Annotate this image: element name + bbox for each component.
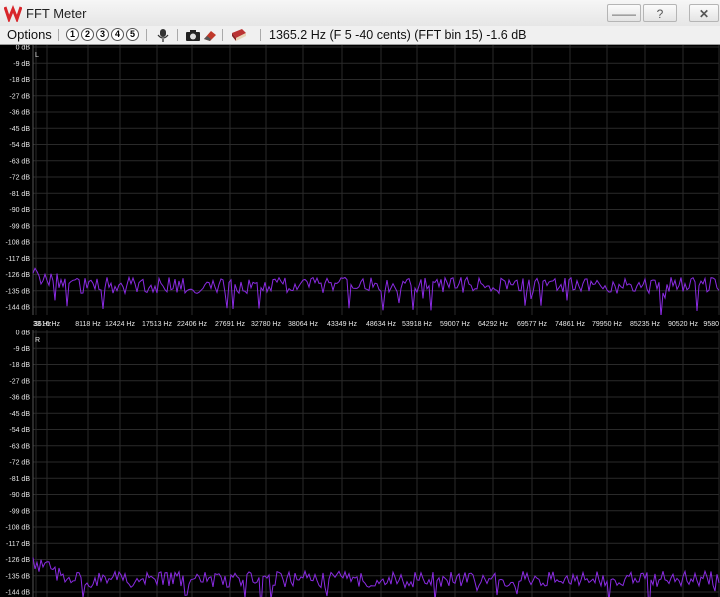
options-menu[interactable]: Options [7, 26, 52, 44]
preset-4-button[interactable]: 4 [111, 28, 124, 41]
spectrum-trace-l [32, 267, 720, 315]
channel-label: L [35, 52, 39, 59]
freq-tick-label: 38064 Hz [288, 321, 318, 328]
freq-tick-label: 79950 Hz [592, 321, 622, 328]
toolbar-separator [260, 29, 261, 41]
preset-2-button[interactable]: 2 [81, 28, 94, 41]
freq-tick-label: 3616 Hz [34, 321, 61, 328]
spectrum-trace-r [32, 557, 720, 597]
help-button[interactable]: ? [643, 4, 677, 22]
db-tick-label: -135 dB [5, 288, 30, 295]
close-button[interactable]: ✕ [689, 4, 719, 22]
db-tick-label: -117 dB [6, 541, 30, 548]
db-tick-label: -54 dB [9, 142, 30, 149]
db-tick-label: -126 dB [5, 272, 30, 279]
db-tick-label: -63 dB [9, 158, 30, 165]
db-tick-label: -90 dB [9, 207, 30, 214]
db-tick-label: -108 dB [5, 525, 30, 532]
book-icon[interactable] [231, 28, 247, 42]
db-tick-label: -45 dB [9, 126, 30, 133]
left-spectrum-plot: 0 dB -9 dB -18 dB -27 dB -36 dB -45 dB -54 dB -… [5, 45, 720, 315]
freq-tick-label: 9580 [703, 321, 719, 328]
frequency-tick-labels: 33 Hz3616 Hz 8118 Hz 12424 Hz 17513 Hz 22406… [33, 321, 719, 328]
db-tick-label: -63 dB [9, 443, 30, 450]
db-tick-label: -36 dB [9, 110, 30, 117]
toolbar-separator [146, 29, 147, 41]
freq-tick-label: 12424 Hz [105, 321, 135, 328]
freq-tick-label: 48634 Hz [366, 321, 396, 328]
preset-1-button[interactable]: 1 [66, 28, 79, 41]
db-tick-label: -135 dB [5, 573, 30, 580]
db-tick-label: -108 dB [5, 240, 30, 247]
db-tick-label: -72 dB [9, 460, 30, 467]
db-tick-label: -27 dB [9, 378, 30, 385]
toolbar: Options 1 2 3 4 5 1365.2 Hz (F 5 -40 cen… [0, 26, 720, 45]
channel-label: R [35, 337, 40, 344]
toolbar-separator [177, 29, 178, 41]
db-tick-label: -9 dB [13, 61, 30, 68]
right-channel-spectrum: 0 dB -9 dB -18 dB -27 dB -36 dB -45 dB -54 dB -… [0, 330, 720, 597]
db-tick-label: 0 dB [16, 45, 31, 52]
freq-tick-label: 53918 Hz [402, 321, 432, 328]
db-tick-label: -18 dB [9, 77, 30, 84]
db-tick-label: -72 dB [9, 175, 30, 182]
freq-tick-label: 64292 Hz [478, 321, 508, 328]
db-tick-label: -54 dB [9, 427, 30, 434]
mic-icon[interactable] [155, 28, 171, 42]
left-channel-spectrum: 0 dB -9 dB -18 dB -27 dB -36 dB -45 dB -54 dB -… [0, 45, 720, 315]
freq-tick-label: 32780 Hz [251, 321, 281, 328]
title-bar: FFT Meter —— ? ✕ [0, 0, 720, 27]
db-tick-label: -27 dB [9, 93, 30, 100]
db-tick-label: -45 dB [9, 411, 30, 418]
eraser-icon[interactable] [202, 28, 218, 42]
freq-tick-label: 17513 Hz [142, 321, 172, 328]
db-tick-label: -36 dB [9, 395, 30, 402]
freq-tick-label: 90520 Hz [668, 321, 698, 328]
db-tick-label: -18 dB [9, 362, 30, 369]
db-tick-label: -90 dB [9, 492, 30, 499]
preset-3-button[interactable]: 3 [96, 28, 109, 41]
db-tick-label: -99 dB [9, 508, 30, 515]
status-readout: 1365.2 Hz (F 5 -40 cents) (FFT bin 15) -… [269, 28, 527, 42]
db-tick-label: -117 dB [6, 256, 30, 263]
freq-tick-label: 59007 Hz [440, 321, 470, 328]
window-title: FFT Meter [26, 6, 87, 21]
minimize-button[interactable]: —— [607, 4, 641, 22]
db-tick-label: -144 dB [5, 590, 30, 597]
db-tick-label: -9 dB [13, 346, 30, 353]
db-tick-label: -126 dB [5, 557, 30, 564]
frequency-axis: 33 Hz 3616 Hz 8118 Hz 12424 Hz 17513 Hz 22406… [0, 315, 720, 330]
freq-tick-label: 8118 Hz [75, 321, 101, 328]
freq-tick-label: 22406 Hz [177, 321, 207, 328]
db-tick-label: 0 dB [16, 330, 31, 337]
waveform-logo-icon [4, 4, 22, 22]
db-tick-label: -144 dB [5, 305, 30, 312]
freq-tick-label: 27691 Hz [215, 321, 245, 328]
preset-5-button[interactable]: 5 [126, 28, 139, 41]
toolbar-separator [58, 29, 59, 41]
right-spectrum-plot: 0 dB -9 dB -18 dB -27 dB -36 dB -45 dB -54 dB -… [5, 330, 720, 597]
freq-tick-label: 74861 Hz [555, 321, 585, 328]
db-tick-label: -81 dB [9, 191, 30, 198]
freq-tick-label: 85235 Hz [630, 321, 660, 328]
db-tick-label: -99 dB [9, 223, 30, 230]
camera-icon[interactable] [185, 28, 201, 42]
freq-tick-label: 69577 Hz [517, 321, 547, 328]
toolbar-separator [222, 29, 223, 41]
freq-tick-label: 43349 Hz [327, 321, 357, 328]
db-tick-label: -81 dB [9, 476, 30, 483]
